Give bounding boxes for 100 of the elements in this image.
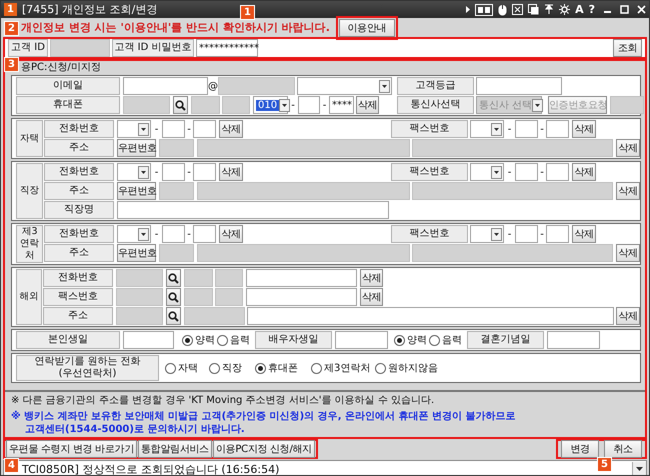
input-field[interactable] [546, 225, 569, 243]
input-field[interactable] [222, 96, 250, 114]
input-field[interactable] [515, 120, 538, 138]
input-field[interactable] [123, 77, 208, 95]
button[interactable]: 삭제 [360, 269, 383, 287]
input-field[interactable] [246, 288, 357, 306]
gear-icon[interactable] [559, 4, 570, 15]
input-field[interactable] [162, 120, 185, 138]
input-field[interactable] [610, 96, 644, 114]
button[interactable]: 우편물 수령지 변경 바로가기 [6, 440, 138, 458]
dropdown[interactable] [117, 120, 151, 138]
input-field[interactable] [298, 96, 320, 114]
input-field[interactable] [123, 96, 170, 114]
button[interactable]: 변경 [561, 440, 599, 458]
button[interactable]: 삭제 [572, 120, 596, 138]
close-box-icon[interactable] [512, 4, 524, 15]
input-field[interactable] [193, 225, 216, 243]
input-field[interactable] [162, 163, 185, 181]
input-field[interactable] [197, 244, 410, 262]
input-field[interactable] [218, 77, 295, 95]
input-field[interactable] [191, 96, 220, 114]
input-field[interactable] [412, 139, 613, 157]
radio-button[interactable] [182, 334, 193, 346]
dropdown[interactable]: 010 [253, 96, 288, 114]
input-field[interactable] [412, 182, 613, 200]
input-field[interactable] [215, 269, 243, 287]
input-field[interactable] [162, 225, 185, 243]
input-field[interactable] [123, 331, 174, 349]
input-field[interactable] [50, 39, 110, 57]
password-field[interactable]: ************ [196, 39, 258, 57]
input-field[interactable] [546, 163, 569, 181]
button[interactable]: 삭제 [572, 163, 596, 181]
input-field[interactable] [215, 288, 243, 306]
input-field[interactable] [184, 307, 245, 325]
button[interactable]: 삭제 [360, 288, 383, 306]
button[interactable]: 조회 [613, 39, 642, 57]
dropdown[interactable] [117, 225, 151, 243]
radio-button[interactable] [375, 362, 386, 374]
radio-button[interactable] [394, 334, 405, 346]
search-button[interactable] [173, 96, 188, 114]
radio-button[interactable] [217, 334, 228, 346]
radio-button[interactable] [165, 362, 176, 374]
dropdown[interactable] [470, 163, 504, 181]
button[interactable]: 삭제 [356, 96, 379, 114]
button[interactable]: 우편번호 [117, 139, 156, 157]
input-field[interactable] [193, 163, 216, 181]
button[interactable]: 삭제 [616, 244, 640, 262]
button[interactable]: 삭제 [219, 225, 243, 243]
close-icon[interactable] [637, 5, 646, 14]
dropdown[interactable] [470, 225, 504, 243]
radio-button[interactable] [255, 362, 266, 374]
button[interactable]: 삭제 [616, 307, 640, 325]
button[interactable]: 이용안내 [338, 18, 395, 36]
arrow-icon[interactable] [466, 6, 470, 13]
input-field[interactable] [547, 331, 600, 349]
pin-icon[interactable] [544, 4, 554, 15]
mouse-icon[interactable] [498, 4, 508, 16]
button[interactable]: 삭제 [219, 163, 243, 181]
input-field[interactable] [197, 139, 410, 157]
input-field[interactable] [184, 269, 213, 287]
button[interactable]: 우편번호 [117, 244, 156, 262]
button[interactable]: 삭제 [616, 139, 640, 157]
search-button[interactable] [166, 269, 181, 287]
input-field[interactable] [116, 307, 163, 325]
search-button[interactable] [166, 307, 181, 325]
input-field[interactable] [476, 77, 562, 95]
input-field[interactable]: **** [329, 96, 354, 114]
search-button[interactable] [166, 288, 181, 306]
input-field[interactable] [117, 201, 389, 219]
button[interactable]: 삭제 [219, 120, 243, 138]
button[interactable]: 이용PC지정 신청/해지 [212, 440, 315, 458]
input-field[interactable] [546, 120, 569, 138]
input-field[interactable] [159, 182, 194, 200]
input-field[interactable] [197, 182, 410, 200]
maximize-icon[interactable] [620, 5, 629, 14]
input-field[interactable] [247, 307, 614, 325]
dropdown-button[interactable] [632, 462, 646, 475]
dropdown[interactable] [117, 163, 151, 181]
button[interactable]: 삭제 [572, 225, 596, 243]
input-field[interactable] [335, 331, 388, 349]
button[interactable]: 우편번호 [117, 182, 156, 200]
input-field[interactable] [184, 288, 213, 306]
radio-button[interactable] [209, 362, 220, 374]
button[interactable]: 취소 [604, 440, 642, 458]
input-field[interactable] [515, 163, 538, 181]
radio-button[interactable] [311, 362, 322, 374]
input-field[interactable] [159, 139, 194, 157]
input-field[interactable] [159, 244, 194, 262]
dropdown[interactable] [470, 120, 504, 138]
input-field[interactable] [246, 269, 357, 287]
input-field[interactable] [412, 244, 613, 262]
input-field[interactable] [116, 288, 163, 306]
input-field[interactable] [193, 120, 216, 138]
input-field[interactable] [116, 269, 163, 287]
window-icon[interactable] [528, 4, 540, 15]
toolbar-glyph[interactable]: A [575, 3, 584, 16]
button[interactable]: 통합알림서비스 [138, 440, 212, 458]
toolbar-glyph[interactable]: ? [588, 3, 595, 16]
radio-button[interactable] [429, 334, 440, 346]
input-field[interactable] [515, 225, 538, 243]
